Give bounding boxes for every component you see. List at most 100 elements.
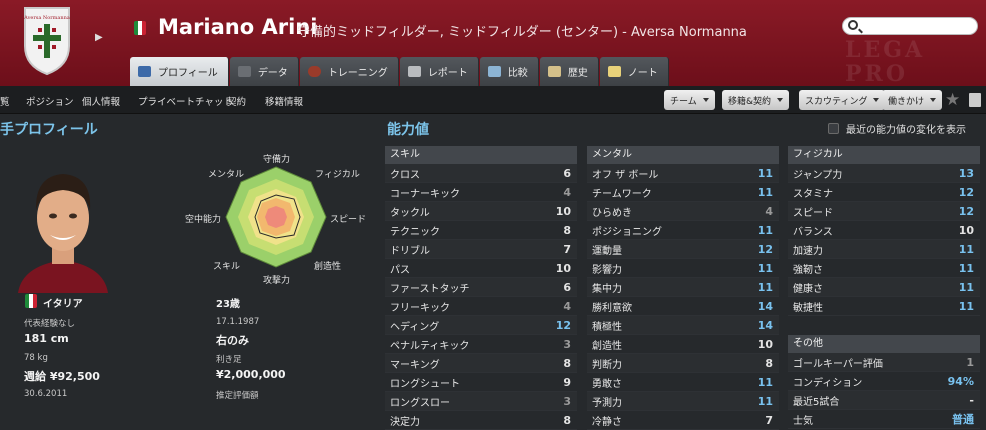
attribute-row[interactable]: ヘディング 12 (385, 316, 577, 335)
attribute-row[interactable]: チームワーク 11 (587, 183, 779, 202)
subnav-transfer[interactable]: 移籍情報 (265, 94, 303, 108)
subnav-contract[interactable]: 契約 (227, 94, 246, 108)
compare-icon (487, 66, 501, 77)
attribute-row[interactable]: 集中力 11 (587, 278, 779, 297)
notes-icon (607, 66, 621, 77)
attribute-row[interactable]: ドリブル 7 (385, 240, 577, 259)
subnav-personal[interactable]: 個人情報 (82, 94, 120, 108)
star-icon[interactable]: ★ (945, 90, 960, 110)
attribute-row[interactable]: 加速力 11 (788, 240, 980, 259)
caret-down-icon (930, 98, 937, 102)
show-recent-changes-toggle[interactable]: 最近の能力値の変化を表示 (828, 121, 966, 136)
attribute-value: 9 (563, 375, 571, 389)
attribute-row[interactable]: 勇敢さ 11 (587, 373, 779, 392)
attribute-row[interactable]: バランス 10 (788, 221, 980, 240)
tab-notes[interactable]: ノート (599, 57, 669, 86)
attribute-radar-chart (225, 166, 327, 268)
subnav-private-chat[interactable]: プライベートチャット (138, 94, 233, 108)
attribute-value: 11 (757, 394, 773, 408)
wage: 週給 ¥92,500 (24, 370, 100, 383)
attribute-row[interactable]: 決定力 8 (385, 411, 577, 430)
attribute-row[interactable]: テクニック 8 (385, 221, 577, 240)
tab-history[interactable]: 歴史 (539, 57, 599, 86)
player-position-club[interactable]: 守備的ミッドフィルダー, ミッドフィルダー (センター) - Aversa No… (297, 21, 747, 40)
attribute-row[interactable]: ジャンプ力 13 (788, 164, 980, 183)
mental-list: オフ ザ ボール 11 チームワーク 11 ひらめき 4 ポジショニング 11 運動量 12 影響力… (587, 164, 779, 430)
attribute-row[interactable]: ペナルティキック 3 (385, 335, 577, 354)
subnav-overview[interactable]: 覧 (0, 94, 10, 108)
tab-training[interactable]: トレーニング (299, 57, 399, 86)
attribute-name: チームワーク (592, 188, 652, 200)
document-icon[interactable] (969, 93, 981, 107)
attribute-row[interactable]: 冷静さ 7 (587, 411, 779, 430)
attribute-row[interactable]: 運動量 12 (587, 240, 779, 259)
attribute-name: ロングシュート (390, 378, 460, 390)
caret-down-icon (777, 98, 784, 102)
team-dropdown[interactable]: チーム (664, 90, 715, 110)
attribute-name: スタミナ (793, 188, 833, 200)
attribute-row[interactable]: オフ ザ ボール 11 (587, 164, 779, 183)
attribute-row[interactable]: ファーストタッチ 6 (385, 278, 577, 297)
attribute-row[interactable]: フリーキック 4 (385, 297, 577, 316)
attribute-name: ポジショニング (592, 226, 662, 238)
history-icon (547, 66, 561, 77)
caret-down-icon (702, 98, 709, 102)
attribute-row[interactable]: ポジショニング 11 (587, 221, 779, 240)
attribute-row[interactable]: ひらめき 4 (587, 202, 779, 221)
approach-dropdown[interactable]: 働きかけ (882, 90, 943, 110)
attribute-name: 積極性 (592, 321, 622, 333)
attribute-name: ヘディング (390, 321, 440, 333)
expand-arrow-icon[interactable]: ▶ (95, 32, 103, 43)
player-header: Aversa Normanna ▶ Mariano Arini 守備的ミッドフィ… (0, 0, 986, 86)
attribute-value: 94% (947, 374, 974, 388)
attribute-row[interactable]: スピード 12 (788, 202, 980, 221)
attribute-name: フリーキック (390, 302, 450, 314)
attribute-row[interactable]: 健康さ 11 (788, 278, 980, 297)
mental-header: メンタル (587, 146, 779, 164)
nationality[interactable]: イタリア (43, 295, 83, 310)
attribute-row[interactable]: 予測力 11 (587, 392, 779, 411)
tab-stats[interactable]: データ (229, 57, 299, 86)
attribute-row[interactable]: 積極性 14 (587, 316, 779, 335)
attribute-row[interactable]: パス 10 (385, 259, 577, 278)
attribute-row[interactable]: タックル 10 (385, 202, 577, 221)
attribute-value: 4 (563, 185, 571, 199)
subnav-positions[interactable]: ポジション (26, 94, 74, 108)
attribute-value: 10 (958, 223, 974, 237)
checkbox[interactable] (828, 123, 839, 134)
attribute-row[interactable]: ロングシュート 9 (385, 373, 577, 392)
skills-list: クロス 6 コーナーキック 4 タックル 10 テクニック 8 ドリブル 7 パス 10 ファーストタッ… (385, 164, 577, 430)
attribute-row[interactable]: ロングスロー 3 (385, 392, 577, 411)
attribute-name: テクニック (390, 226, 440, 238)
transfer-contract-dropdown[interactable]: 移籍&契約 (722, 90, 790, 110)
attribute-row[interactable]: 強靭さ 11 (788, 259, 980, 278)
attribute-row[interactable]: 最近5試合 - (788, 391, 980, 410)
attribute-row[interactable]: ゴールキーパー評価 1 (788, 353, 980, 372)
attribute-name: 加速力 (793, 245, 823, 257)
attribute-row[interactable]: マーキング 8 (385, 354, 577, 373)
attribute-value: 11 (757, 185, 773, 199)
tab-compare[interactable]: 比較 (479, 57, 539, 86)
attribute-row[interactable]: 士気 普通 (788, 410, 980, 429)
club-badge-icon[interactable]: Aversa Normanna (22, 6, 72, 76)
other-column: その他 ゴールキーパー評価 1 コンディション 94% 最近5試合 - 士気 普通 (788, 335, 980, 429)
attribute-row[interactable]: 判断力 8 (587, 354, 779, 373)
attribute-row[interactable]: コンディション 94% (788, 372, 980, 391)
tab-profile[interactable]: プロフィール (130, 57, 229, 86)
estimated-value: ¥2,000,000 (216, 368, 286, 381)
attribute-name: ゴールキーパー評価 (793, 358, 883, 370)
search-input[interactable] (842, 17, 978, 35)
attribute-row[interactable]: コーナーキック 4 (385, 183, 577, 202)
attribute-name: 判断力 (592, 359, 622, 371)
attribute-row[interactable]: クロス 6 (385, 164, 577, 183)
attribute-row[interactable]: 勝利意欲 14 (587, 297, 779, 316)
stats-icon (237, 66, 251, 77)
attribute-value: 11 (757, 166, 773, 180)
attribute-row[interactable]: 敏捷性 11 (788, 297, 980, 316)
attribute-name: 健康さ (793, 283, 823, 295)
tab-report[interactable]: レポート (399, 57, 479, 86)
attribute-row[interactable]: 創造性 10 (587, 335, 779, 354)
attribute-row[interactable]: スタミナ 12 (788, 183, 980, 202)
scouting-dropdown[interactable]: スカウティング (799, 90, 886, 110)
attribute-row[interactable]: 影響力 11 (587, 259, 779, 278)
